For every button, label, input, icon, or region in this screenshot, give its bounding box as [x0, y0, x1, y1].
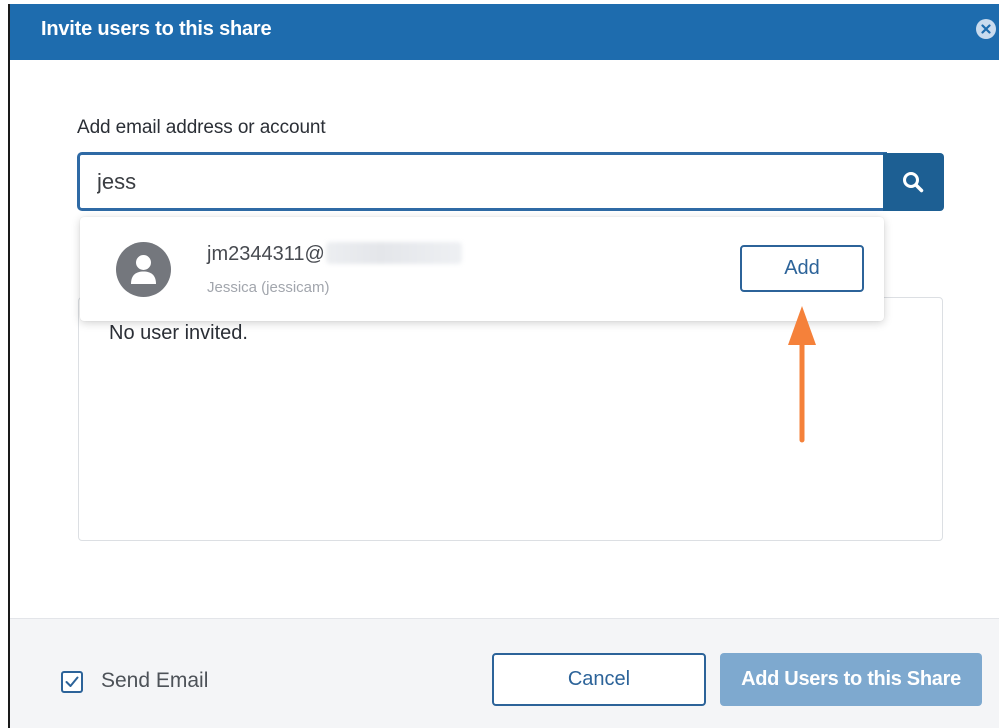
- suggestion-email-text: jm2344311@: [207, 243, 325, 265]
- invite-dialog: Invite users to this share Add email add…: [8, 4, 999, 728]
- redacted-domain: [325, 242, 462, 264]
- checkmark-icon: [65, 676, 79, 687]
- email-field-label: Add email address or account: [77, 117, 326, 138]
- dialog-title: Invite users to this share: [41, 18, 272, 40]
- send-email-checkbox[interactable]: [61, 671, 83, 693]
- send-email-label[interactable]: Send Email: [101, 669, 208, 693]
- up-arrow-icon: [788, 306, 816, 443]
- dialog-header: Invite users to this share: [10, 4, 999, 60]
- dialog-footer: Send Email Cancel Add Users to this Shar…: [10, 618, 999, 728]
- suggestion-email: jm2344311@: [207, 242, 462, 266]
- email-search-input[interactable]: [77, 152, 887, 211]
- search-button[interactable]: [883, 153, 944, 211]
- add-users-to-share-button[interactable]: Add Users to this Share: [720, 653, 982, 706]
- user-avatar-icon: [116, 242, 171, 297]
- suggestion-display-name: Jessica (jessicam): [207, 279, 330, 296]
- close-icon[interactable]: [976, 19, 996, 39]
- user-suggestion-dropdown[interactable]: jm2344311@ Jessica (jessicam) Add: [80, 217, 884, 321]
- cancel-button[interactable]: Cancel: [492, 653, 706, 706]
- invited-empty-message: No user invited.: [109, 322, 248, 344]
- add-user-button[interactable]: Add: [740, 245, 864, 292]
- search-icon: [903, 172, 924, 193]
